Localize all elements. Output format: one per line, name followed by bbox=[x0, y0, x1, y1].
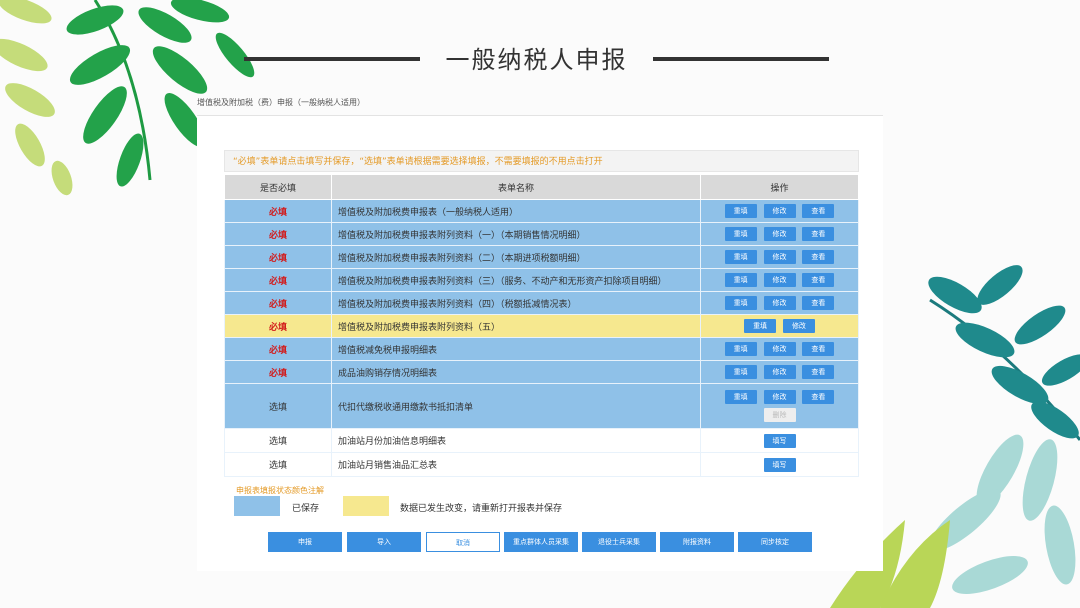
form-table: 是否必填 表单名称 操作 必填 增值税及附加税费申报表（一般纳税人适用） 重填 … bbox=[224, 174, 859, 477]
fill-button[interactable]: 填写 bbox=[763, 433, 796, 448]
form-name: 代扣代缴税收通用缴款书抵扣清单 bbox=[331, 383, 701, 429]
table-header-row: 是否必填 表单名称 操作 bbox=[224, 174, 859, 200]
table-row: 选填 加油站月份加油信息明细表 填写 bbox=[224, 428, 859, 453]
view-button[interactable]: 查看 bbox=[802, 273, 835, 287]
required-flag: 必填 bbox=[224, 337, 332, 361]
table-row: 必填 成品油购销存情况明细表 重填 修改 查看 bbox=[224, 360, 859, 384]
row-actions: 重填 修改 查看 bbox=[700, 245, 859, 269]
form-name: 增值税减免税申报明细表 bbox=[331, 337, 701, 361]
view-button[interactable]: 查看 bbox=[802, 365, 835, 379]
view-button[interactable]: 查看 bbox=[802, 250, 835, 264]
edit-button[interactable]: 修改 bbox=[763, 227, 796, 241]
refill-button[interactable]: 重填 bbox=[744, 319, 777, 333]
row-actions: 填写 bbox=[700, 452, 859, 477]
required-flag: 必填 bbox=[224, 268, 332, 292]
row-actions: 填写 bbox=[700, 428, 859, 453]
header-actions: 操作 bbox=[700, 174, 859, 200]
delete-button[interactable]: 删除 bbox=[763, 408, 796, 422]
row-actions: 重填 修改 查看 bbox=[700, 268, 859, 292]
legend-changed-label: 数据已发生改变，请重新打开报表并保存 bbox=[400, 504, 563, 514]
header-rule-left bbox=[244, 57, 420, 61]
table-row: 必填 增值税及附加税费申报表附列资料（三）（服务、不动产和无形资产扣除项目明细）… bbox=[224, 268, 859, 292]
view-button[interactable]: 查看 bbox=[802, 227, 835, 241]
page-title: 一般纳税人申报 bbox=[445, 46, 628, 74]
import-button[interactable]: 导入 bbox=[347, 532, 421, 552]
required-flag: 选填 bbox=[224, 383, 332, 429]
refill-button[interactable]: 重填 bbox=[724, 296, 757, 310]
row-actions: 重填 修改 bbox=[700, 314, 859, 338]
form-name: 成品油购销存情况明细表 bbox=[331, 360, 701, 384]
refill-button[interactable]: 重填 bbox=[724, 227, 757, 241]
required-flag: 必填 bbox=[224, 222, 332, 246]
row-actions: 重填 修改 查看 bbox=[700, 291, 859, 315]
table-row: 必填 增值税及附加税费申报表附列资料（二）（本期进项税额明细） 重填 修改 查看 bbox=[224, 245, 859, 269]
refill-button[interactable]: 重填 bbox=[724, 273, 757, 287]
edit-button[interactable]: 修改 bbox=[763, 250, 796, 264]
fill-button[interactable]: 填写 bbox=[763, 457, 796, 472]
refill-button[interactable]: 重填 bbox=[724, 390, 757, 404]
required-flag: 必填 bbox=[224, 245, 332, 269]
refill-button[interactable]: 重填 bbox=[724, 342, 757, 356]
view-button[interactable]: 查看 bbox=[802, 390, 835, 404]
refill-button[interactable]: 重填 bbox=[724, 204, 757, 218]
header-required: 是否必填 bbox=[224, 174, 332, 200]
edit-button[interactable]: 修改 bbox=[763, 342, 796, 356]
legend-title: 申报表填报状态颜色注解 bbox=[236, 486, 324, 495]
refill-button[interactable]: 重填 bbox=[724, 250, 757, 264]
form-name: 增值税及附加税费申报表附列资料（二）（本期进项税额明细） bbox=[331, 245, 701, 269]
form-name: 加油站月销售油品汇总表 bbox=[331, 452, 701, 477]
notice-text: “必填”表单请点击填写并保存，“选填”表单请根据需要选择填报，不需要填报的不用点… bbox=[224, 150, 859, 172]
legend-saved-swatch bbox=[234, 496, 280, 516]
required-flag: 必填 bbox=[224, 291, 332, 315]
header-rule-right bbox=[653, 57, 829, 61]
form-name: 加油站月份加油信息明细表 bbox=[331, 428, 701, 453]
key-group-collect-button[interactable]: 重点群体人员采集 bbox=[504, 532, 578, 552]
refill-button[interactable]: 重填 bbox=[724, 365, 757, 379]
edit-button[interactable]: 修改 bbox=[763, 204, 796, 218]
sync-verify-button[interactable]: 同步核定 bbox=[738, 532, 812, 552]
form-name: 增值税及附加税费申报表附列资料（五） bbox=[331, 314, 701, 338]
required-flag: 选填 bbox=[224, 452, 332, 477]
form-name: 增值税及附加税费申报表附列资料（三）（服务、不动产和无形资产扣除项目明细） bbox=[331, 268, 701, 292]
legend-changed-swatch bbox=[343, 496, 389, 516]
declare-button[interactable]: 申报 bbox=[268, 532, 342, 552]
view-button[interactable]: 查看 bbox=[802, 296, 835, 310]
veteran-collect-button[interactable]: 退役士兵采集 bbox=[582, 532, 656, 552]
table-row: 必填 增值税及附加税费申报表（一般纳税人适用） 重填 修改 查看 bbox=[224, 199, 859, 223]
row-actions: 重填 修改 查看 删除 bbox=[700, 383, 859, 429]
view-button[interactable]: 查看 bbox=[802, 342, 835, 356]
required-flag: 必填 bbox=[224, 360, 332, 384]
table-row: 必填 增值税及附加税费申报表附列资料（四）（税额抵减情况表） 重填 修改 查看 bbox=[224, 291, 859, 315]
edit-button[interactable]: 修改 bbox=[763, 390, 796, 404]
edit-button[interactable]: 修改 bbox=[763, 273, 796, 287]
table-row: 选填 代扣代缴税收通用缴款书抵扣清单 重填 修改 查看 删除 bbox=[224, 383, 859, 429]
form-name: 增值税及附加税费申报表（一般纳税人适用） bbox=[331, 199, 701, 223]
view-button[interactable]: 查看 bbox=[802, 204, 835, 218]
required-flag: 选填 bbox=[224, 428, 332, 453]
form-name: 增值税及附加税费申报表附列资料（一）（本期销售情况明细） bbox=[331, 222, 701, 246]
breadcrumb: 增值税及附加税（费）申报（一般纳税人适用） bbox=[197, 98, 365, 107]
header-form-name: 表单名称 bbox=[331, 174, 701, 200]
row-actions: 重填 修改 查看 bbox=[700, 360, 859, 384]
table-row: 必填 增值税减免税申报明细表 重填 修改 查看 bbox=[224, 337, 859, 361]
table-row: 必填 增值税及附加税费申报表附列资料（一）（本期销售情况明细） 重填 修改 查看 bbox=[224, 222, 859, 246]
attachment-button[interactable]: 附报资料 bbox=[660, 532, 734, 552]
required-flag: 必填 bbox=[224, 199, 332, 223]
row-actions: 重填 修改 查看 bbox=[700, 337, 859, 361]
edit-button[interactable]: 修改 bbox=[782, 319, 815, 333]
required-flag: 必填 bbox=[224, 314, 332, 338]
page-header: 一般纳税人申报 bbox=[0, 30, 1080, 90]
legend-saved-label: 已保存 bbox=[292, 504, 320, 514]
row-actions: 重填 修改 查看 bbox=[700, 199, 859, 223]
edit-button[interactable]: 修改 bbox=[763, 365, 796, 379]
cancel-button[interactable]: 取消 bbox=[426, 532, 500, 552]
table-row: 必填 增值税及附加税费申报表附列资料（五） 重填 修改 bbox=[224, 314, 859, 338]
row-actions: 重填 修改 查看 bbox=[700, 222, 859, 246]
table-row: 选填 加油站月销售油品汇总表 填写 bbox=[224, 452, 859, 477]
edit-button[interactable]: 修改 bbox=[763, 296, 796, 310]
form-name: 增值税及附加税费申报表附列资料（四）（税额抵减情况表） bbox=[331, 291, 701, 315]
